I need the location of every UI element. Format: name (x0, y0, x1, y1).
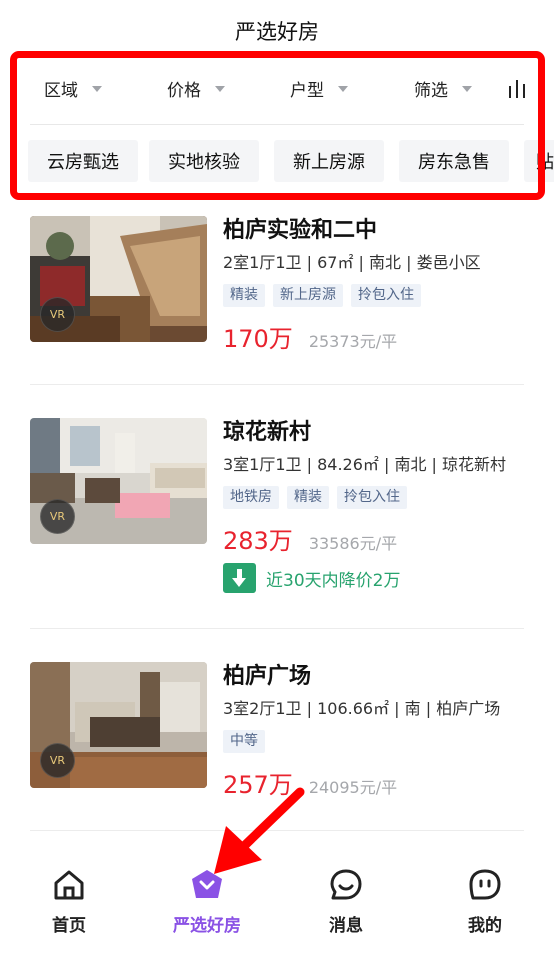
listing-unit-price: 33586元/平 (308, 534, 398, 553)
listing-unit-price: 24095元/平 (308, 778, 398, 797)
listing-tag: 精装 (287, 486, 329, 509)
filter-district[interactable]: 区域 (44, 76, 102, 101)
listing-tag: 拎包入住 (337, 486, 407, 509)
vr-badge: VR (40, 297, 75, 332)
vr-badge: VR (40, 743, 75, 778)
quick-tag-verified[interactable]: 实地核验 (149, 140, 259, 182)
listing-separator (30, 384, 524, 385)
caret-down-icon (215, 85, 225, 92)
listing-price-row: 257万 24095元/平 (223, 765, 524, 799)
listing-separator (30, 628, 524, 629)
tab-selected-homes-label: 严选好房 (173, 916, 241, 936)
listing-photo: VR (30, 662, 207, 788)
selected-homes-icon (192, 870, 222, 898)
caret-down-icon (462, 85, 472, 92)
bottom-tab-bar: 首页 严选好房 消息 我的 (0, 857, 554, 955)
vr-badge: VR (40, 499, 75, 534)
listing-tag: 新上房源 (273, 284, 343, 307)
filter-more[interactable]: 筛选 (414, 76, 472, 101)
filter-divider (30, 124, 524, 125)
quick-tag-yunfang[interactable]: 云房甄选 (28, 140, 138, 182)
message-icon (330, 869, 362, 900)
listing-price: 283万 (223, 527, 293, 555)
page-title: 严选好房 (235, 20, 319, 44)
listing-info: 柏庐广场 3室2厅1卫 | 106.66㎡ | 南 | 柏庐广场 中等 257万… (223, 662, 524, 799)
filter-more-label: 筛选 (414, 81, 448, 101)
quick-tag-more[interactable]: 贴 (524, 140, 554, 182)
caret-down-icon (92, 85, 102, 92)
listing-tag: 拎包入住 (351, 284, 421, 307)
listing-title: 柏庐广场 (223, 664, 312, 689)
arrow-down-icon (223, 563, 256, 593)
listing-card[interactable]: VR 柏庐广场 3室2厅1卫 | 106.66㎡ | 南 | 柏庐广场 中等 2… (30, 662, 524, 802)
listing-info: 琼花新村 3室1厅1卫 | 84.26㎡ | 南北 | 琼花新村 地铁房 精装 … (223, 418, 524, 593)
listing-card[interactable]: VR 琼花新村 3室1厅1卫 | 84.26㎡ | 南北 | 琼花新村 地铁房 … (30, 418, 524, 608)
listing-info: 柏庐实验和二中 2室1厅1卫 | 67㎡ | 南北 | 娄邑小区 精装 新上房源… (223, 216, 524, 353)
quick-tag-urgent[interactable]: 房东急售 (399, 140, 509, 182)
listing-photo: VR (30, 418, 207, 544)
price-drop-text: 近30天内降价2万 (266, 570, 401, 591)
tab-home[interactable]: 首页 (9, 857, 129, 955)
price-drop-badge: 近30天内降价2万 (223, 563, 524, 593)
listing-photo: VR (30, 216, 207, 342)
sort-icon[interactable] (506, 76, 528, 100)
tab-profile-label: 我的 (468, 916, 502, 936)
home-icon (54, 870, 84, 900)
tab-profile[interactable]: 我的 (425, 857, 545, 955)
listing-desc: 3室1厅1卫 | 84.26㎡ | 南北 | 琼花新村 (223, 455, 507, 474)
listing-tags: 精装 新上房源 拎包入住 (223, 284, 524, 307)
listing-title: 柏庐实验和二中 (223, 218, 378, 243)
listing-tag: 中等 (223, 730, 265, 753)
caret-down-icon (338, 85, 348, 92)
listing-tags: 地铁房 精装 拎包入住 (223, 486, 524, 509)
tab-messages-label: 消息 (329, 916, 363, 936)
filter-price[interactable]: 价格 (167, 76, 225, 101)
listing-separator (30, 830, 524, 831)
tab-selected-homes[interactable]: 严选好房 (147, 857, 267, 955)
tab-messages[interactable]: 消息 (286, 857, 406, 955)
filter-district-label: 区域 (44, 81, 78, 101)
listing-card[interactable]: VR 柏庐实验和二中 2室1厅1卫 | 67㎡ | 南北 | 娄邑小区 精装 新… (30, 216, 524, 356)
listing-desc: 3室2厅1卫 | 106.66㎡ | 南 | 柏庐广场 (223, 699, 501, 718)
tab-home-label: 首页 (52, 916, 86, 936)
filter-layout-label: 户型 (290, 81, 324, 101)
profile-icon (469, 869, 501, 900)
listing-title: 琼花新村 (223, 420, 312, 445)
listing-price: 257万 (223, 771, 293, 799)
listing-unit-price: 25373元/平 (308, 332, 398, 351)
listing-tag: 地铁房 (223, 486, 279, 509)
filter-layout[interactable]: 户型 (290, 76, 348, 101)
listing-price: 170万 (223, 325, 293, 353)
page-header: 严选好房 (0, 0, 554, 56)
listing-tags: 中等 (223, 730, 524, 753)
filter-price-label: 价格 (167, 81, 201, 101)
listing-tag: 精装 (223, 284, 265, 307)
listing-price-row: 170万 25373元/平 (223, 319, 524, 353)
quick-tag-new[interactable]: 新上房源 (274, 140, 384, 182)
listing-price-row: 283万 33586元/平 (223, 521, 524, 555)
filter-bar: 区域 价格 户型 筛选 (30, 70, 554, 110)
listing-desc: 2室1厅1卫 | 67㎡ | 南北 | 娄邑小区 (223, 253, 481, 272)
quick-tags: 云房甄选 实地核验 新上房源 房东急售 贴 (28, 140, 554, 182)
filter-panel: 区域 价格 户型 筛选 云房甄选 实地核验 新上房源 房东急售 贴 (0, 56, 554, 196)
